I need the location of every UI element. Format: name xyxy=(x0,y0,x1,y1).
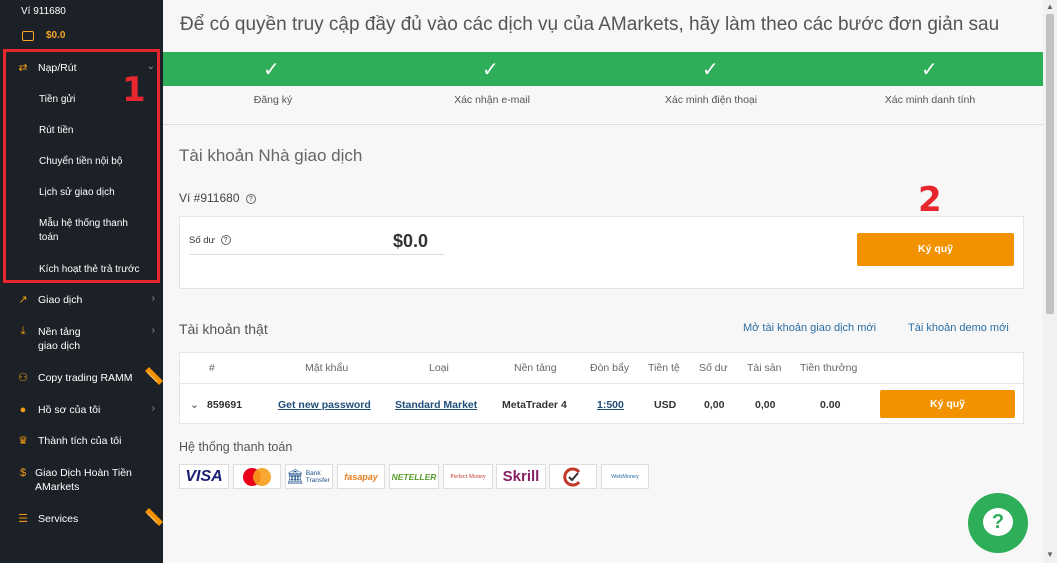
divider xyxy=(163,124,1043,125)
expand-chevron-icon[interactable]: ⌄ xyxy=(190,399,199,411)
chevron-right-icon: › xyxy=(151,403,155,414)
step-email: Xác nhận e-mail xyxy=(454,94,530,106)
accounts-table: # Mật khẩu Loại Nền tảng Đòn bẩy Tiền tệ… xyxy=(179,352,1024,424)
real-accounts-title: Tài khoản thật xyxy=(179,321,268,337)
account-equity: 0,00 xyxy=(755,399,776,411)
column-header: Đòn bẩy xyxy=(590,362,630,374)
scroll-down-icon[interactable]: ▼ xyxy=(1046,550,1054,559)
wallet-card: Số dư ? $0.0 Ký quỹ xyxy=(179,216,1024,289)
sidebar-item-label: Copy trading RAMM xyxy=(38,372,133,384)
account-platform: MetaTrader 4 xyxy=(502,399,567,411)
divider xyxy=(180,383,1023,384)
chart-icon: ↗ xyxy=(18,294,28,306)
visa-logo: VISA xyxy=(179,464,229,489)
new-ribbon-icon xyxy=(145,367,163,385)
bank-transfer-label: Bank Transfer xyxy=(305,469,330,484)
fasapay-logo: fasapay xyxy=(337,464,385,489)
user-icon: ● xyxy=(19,404,27,416)
wallet-deposit-button[interactable]: Ký quỹ xyxy=(857,233,1014,266)
column-header: Tiền thưởng xyxy=(800,362,858,374)
open-account-link[interactable]: Mở tài khoản giao dịch mới xyxy=(743,322,876,334)
sidebar: Ví 911680 $0.0 ⇄ Nạp/Rút ⌄ Tiền gửi Rút … xyxy=(0,0,163,563)
column-header: Mật khẩu xyxy=(305,362,349,374)
balance-value: $0.0 xyxy=(393,231,429,251)
demo-account-link[interactable]: Tài khoản demo mới xyxy=(908,322,1009,334)
divider xyxy=(189,254,444,255)
column-header: Tài sản xyxy=(747,362,782,374)
help-icon[interactable]: ? xyxy=(220,235,231,246)
check-icon: ✓ xyxy=(702,59,719,81)
skrill-logo: Skrill xyxy=(496,464,546,489)
neteller-logo: NETELLER xyxy=(389,464,439,489)
scrollbar[interactable]: ▲ ▼ xyxy=(1043,0,1057,563)
sidebar-item-label: Hồ sơ của tôi xyxy=(38,404,101,416)
column-header: Số dư xyxy=(699,362,728,374)
webmoney-logo: WebMoney xyxy=(601,464,649,489)
balance-label: Số dư ? xyxy=(189,235,231,246)
leverage-link[interactable]: 1:500 xyxy=(597,399,624,411)
cashback-icon: $ xyxy=(19,467,27,479)
sticpay-icon xyxy=(563,467,581,486)
sidebar-item-label: Services xyxy=(38,513,79,525)
wallet-title: Ví #911680 ? xyxy=(179,191,256,205)
check-icon: ✓ xyxy=(482,59,499,81)
account-balance: 0,00 xyxy=(704,399,725,411)
payment-systems-title: Hệ thống thanh toán xyxy=(179,440,293,454)
trophy-icon: ♛ xyxy=(18,435,28,447)
scrollbar-thumb[interactable] xyxy=(1046,14,1054,314)
new-ribbon-icon xyxy=(145,508,163,526)
balance-label-text: Số dư xyxy=(189,235,215,246)
sliders-icon: ☰ xyxy=(18,513,28,525)
get-password-link[interactable]: Get new password xyxy=(278,399,371,411)
copy-trading-icon: ⚇ xyxy=(18,372,28,384)
account-deposit-button[interactable]: Ký quỹ xyxy=(880,390,1015,418)
perfect-money-logo: Perfect Money xyxy=(443,464,493,489)
mastercard-logo xyxy=(233,464,281,489)
mastercard-icon xyxy=(243,467,271,486)
check-icon: ✓ xyxy=(921,59,938,81)
sidebar-item-label: Nền tảng giao dịch xyxy=(38,326,81,352)
broker-account-title: Tài khoản Nhà giao dịch xyxy=(179,146,363,165)
sticpay-logo xyxy=(549,464,597,489)
chevron-right-icon: › xyxy=(151,293,155,304)
annotation-number-1: 1 xyxy=(122,70,146,110)
account-id: 859691 xyxy=(207,399,243,411)
check-icon: ✓ xyxy=(263,59,280,81)
column-header: Tiền tệ xyxy=(648,362,680,374)
account-currency: USD xyxy=(654,399,677,411)
bank-icon: 🏛 xyxy=(286,468,304,484)
sidebar-wallet-label: Ví 911680 xyxy=(21,6,66,17)
sidebar-balance-value: $0.0 xyxy=(46,30,66,41)
account-type-link[interactable]: Standard Market xyxy=(395,399,477,411)
download-icon: ⤓ xyxy=(20,325,26,337)
sidebar-item-label: Giao Dịch Hoàn Tiền AMarkets xyxy=(35,467,132,493)
main-content: Để có quyền truy cập đầy đủ vào các dịch… xyxy=(163,0,1043,563)
step-identity: Xác minh danh tính xyxy=(884,94,976,106)
column-header: Loại xyxy=(429,362,449,374)
chat-button[interactable]: ? xyxy=(968,493,1028,553)
bank-transfer-logo: 🏛 Bank Transfer xyxy=(285,464,333,489)
wallet-title-text: Ví #911680 xyxy=(179,191,240,205)
chevron-right-icon: › xyxy=(151,325,155,336)
step-register: Đăng ký xyxy=(253,94,293,106)
sidebar-item-label: Giao dịch xyxy=(38,294,83,306)
account-bonus: 0.00 xyxy=(820,399,841,411)
sidebar-balance[interactable]: $0.0 xyxy=(22,30,65,41)
column-header: # xyxy=(209,362,215,374)
step-phone: Xác minh điện thoại xyxy=(664,94,758,106)
progress-steps-bar xyxy=(163,52,1043,86)
chat-question-icon: ? xyxy=(983,508,1013,536)
sidebar-item-label: Thành tích của tôi xyxy=(38,435,122,447)
annotation-number-2: 2 xyxy=(918,180,942,220)
column-header: Nền tảng xyxy=(514,362,557,374)
page-headline: Để có quyền truy cập đầy đủ vào các dịch… xyxy=(180,14,1000,35)
scroll-up-icon[interactable]: ▲ xyxy=(1046,2,1054,11)
help-icon[interactable]: ? xyxy=(245,193,256,204)
wallet-icon xyxy=(22,30,34,41)
